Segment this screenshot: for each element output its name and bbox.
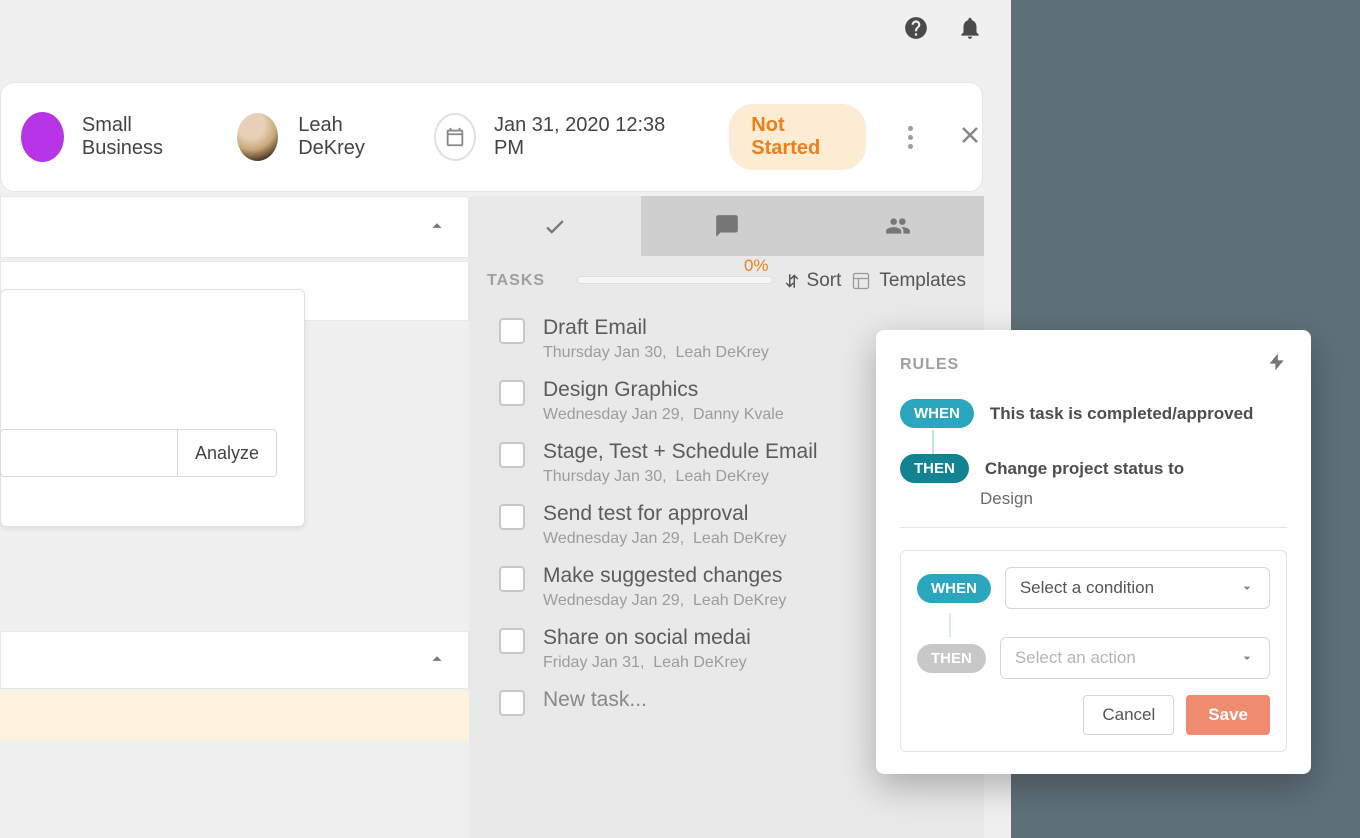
action-placeholder: Select an action bbox=[1015, 648, 1136, 668]
chevron-up-icon bbox=[426, 215, 448, 242]
rule-when-text: This task is completed/approved bbox=[990, 399, 1254, 424]
app-window: Small Business Leah DeKrey Jan 31, 2020 … bbox=[0, 0, 1011, 838]
analyze-bar: Analyze bbox=[0, 429, 277, 477]
then-pill-disabled: THEN bbox=[917, 644, 986, 673]
left-highlight-bar bbox=[0, 692, 469, 740]
new-task-placeholder[interactable]: New task... bbox=[543, 688, 647, 712]
sort-label: Sort bbox=[807, 270, 842, 292]
task-meta: Thursday Jan 30, Leah DeKrey bbox=[543, 344, 769, 362]
when-pill: WHEN bbox=[900, 399, 974, 428]
tasks-title: TASKS bbox=[487, 272, 545, 290]
rule-then-value: Design bbox=[980, 489, 1287, 509]
cancel-button[interactable]: Cancel bbox=[1083, 695, 1174, 735]
left-section-3[interactable] bbox=[0, 631, 469, 689]
task-title: Draft Email bbox=[543, 316, 769, 340]
progress-wrap: 0% bbox=[577, 278, 772, 284]
rule-when-row: WHEN This task is completed/approved bbox=[900, 399, 1287, 428]
action-select[interactable]: Select an action bbox=[1000, 637, 1270, 679]
task-title: Stage, Test + Schedule Email bbox=[543, 440, 818, 464]
then-pill: THEN bbox=[900, 454, 969, 483]
templates-label: Templates bbox=[879, 270, 966, 292]
left-section-1[interactable] bbox=[0, 196, 469, 258]
user-name[interactable]: Leah DeKrey bbox=[298, 114, 398, 160]
sort-icon bbox=[783, 272, 801, 290]
left-card bbox=[0, 289, 305, 527]
tab-people[interactable] bbox=[812, 196, 984, 256]
task-checkbox[interactable] bbox=[499, 628, 525, 654]
progress-bar bbox=[577, 276, 772, 284]
calendar-icon[interactable] bbox=[434, 113, 476, 161]
rule-builder: WHEN Select a condition THEN Select an a… bbox=[900, 550, 1287, 752]
analyze-input[interactable] bbox=[0, 429, 177, 477]
condition-placeholder: Select a condition bbox=[1020, 578, 1154, 598]
business-avatar[interactable] bbox=[21, 112, 64, 162]
rule-then-text: Change project status to bbox=[985, 454, 1184, 479]
save-button[interactable]: Save bbox=[1186, 695, 1270, 735]
panel-tabs bbox=[469, 196, 984, 256]
rules-title: RULES bbox=[900, 356, 959, 374]
task-checkbox[interactable] bbox=[499, 566, 525, 592]
more-menu-icon[interactable] bbox=[900, 126, 922, 149]
task-checkbox[interactable] bbox=[499, 318, 525, 344]
condition-select[interactable]: Select a condition bbox=[1005, 567, 1270, 609]
task-title: Design Graphics bbox=[543, 378, 784, 402]
task-meta: Thursday Jan 30, Leah DeKrey bbox=[543, 468, 818, 486]
bolt-icon[interactable] bbox=[1267, 352, 1287, 377]
when-pill: WHEN bbox=[917, 574, 991, 603]
comment-icon bbox=[714, 213, 740, 239]
rule-then-row: THEN Change project status to bbox=[900, 454, 1287, 483]
templates-icon bbox=[851, 271, 871, 291]
business-label[interactable]: Small Business bbox=[82, 114, 199, 160]
chevron-down-icon bbox=[1239, 580, 1255, 596]
help-icon[interactable] bbox=[903, 15, 929, 46]
project-header: Small Business Leah DeKrey Jan 31, 2020 … bbox=[0, 82, 983, 192]
task-meta: Wednesday Jan 29, Leah DeKrey bbox=[543, 592, 786, 610]
task-title: Make suggested changes bbox=[543, 564, 786, 588]
tab-comments[interactable] bbox=[641, 196, 813, 256]
task-title: Share on social medai bbox=[543, 626, 751, 650]
task-meta: Wednesday Jan 29, Danny Kvale bbox=[543, 406, 784, 424]
task-checkbox[interactable] bbox=[499, 442, 525, 468]
user-avatar[interactable] bbox=[235, 111, 280, 163]
progress-label: 0% bbox=[577, 256, 768, 276]
project-date[interactable]: Jan 31, 2020 12:38 PM bbox=[494, 114, 671, 160]
task-checkbox[interactable] bbox=[499, 504, 525, 530]
task-checkbox[interactable] bbox=[499, 380, 525, 406]
top-bar bbox=[0, 0, 1011, 60]
task-meta: Friday Jan 31, Leah DeKrey bbox=[543, 654, 751, 672]
chevron-down-icon bbox=[1239, 650, 1255, 666]
task-meta: Wednesday Jan 29, Leah DeKrey bbox=[543, 530, 786, 548]
divider bbox=[900, 527, 1287, 528]
task-checkbox[interactable] bbox=[499, 690, 525, 716]
rule-connector bbox=[932, 430, 934, 454]
rules-panel: RULES WHEN This task is completed/approv… bbox=[876, 330, 1311, 774]
close-icon[interactable] bbox=[958, 123, 982, 152]
tab-tasks[interactable] bbox=[469, 196, 641, 256]
status-badge[interactable]: Not Started bbox=[729, 104, 865, 170]
templates-button[interactable]: Templates bbox=[851, 270, 966, 292]
analyze-button[interactable]: Analyze bbox=[177, 429, 277, 477]
sort-button[interactable]: Sort bbox=[783, 270, 842, 292]
bell-icon[interactable] bbox=[957, 15, 983, 46]
rule-connector bbox=[949, 613, 951, 637]
task-title: Send test for approval bbox=[543, 502, 786, 526]
tasks-toolbar: TASKS 0% Sort Templates bbox=[469, 256, 984, 298]
chevron-up-icon bbox=[426, 648, 448, 675]
check-icon bbox=[542, 213, 568, 239]
people-icon bbox=[885, 213, 911, 239]
